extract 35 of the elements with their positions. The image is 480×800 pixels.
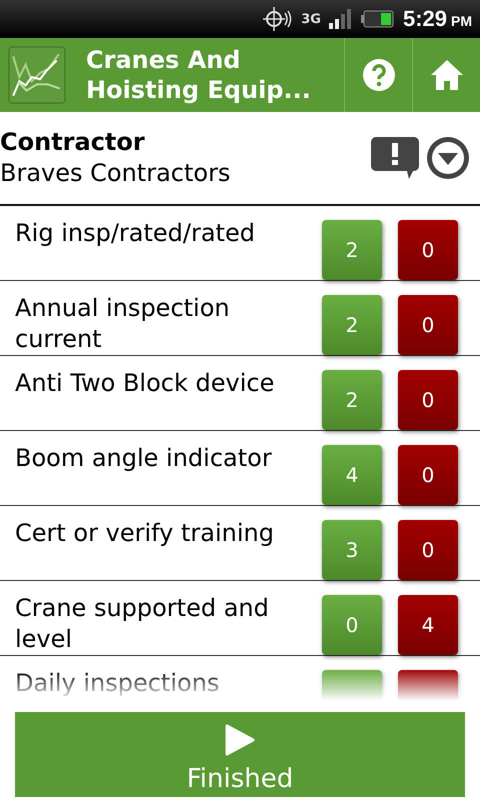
field-label: Contractor (0, 127, 146, 157)
fail-count-button[interactable]: 0 (398, 520, 458, 580)
fail-count-button[interactable]: 0 (398, 445, 458, 505)
app-title: Cranes And Hoisting Equip... (86, 45, 312, 105)
item-label: Cert or verify training (15, 518, 275, 549)
network-type: 3G (301, 12, 321, 26)
fail-count-button[interactable]: 0 (398, 295, 458, 355)
item-label: Crane supported and level (15, 593, 270, 655)
item-label: Boom angle indicator (15, 443, 273, 474)
field-value: Braves Contractors (0, 158, 232, 189)
fail-count-button[interactable]: 4 (398, 595, 458, 655)
fail-count-button[interactable]: 0 (398, 220, 458, 280)
chart-logo-icon (8, 46, 66, 104)
pass-count-button[interactable]: 4 (322, 445, 382, 505)
finished-button[interactable]: Finished (15, 712, 465, 797)
pass-count-button[interactable]: 3 (322, 520, 382, 580)
fail-count-button[interactable]: 0 (398, 370, 458, 430)
clock-time: 5:29 (402, 6, 447, 31)
pass-count-button[interactable]: 2 (322, 295, 382, 355)
gps-icon (263, 5, 294, 33)
item-label: Rig insp/rated/rated (15, 218, 256, 249)
pass-count-button[interactable]: 2 (322, 370, 382, 430)
home-icon (430, 59, 464, 91)
pass-count-button[interactable]: 0 (322, 595, 382, 655)
alert-comment-icon[interactable] (370, 136, 420, 180)
battery-icon (360, 9, 395, 29)
item-label: Anti Two Block device (15, 368, 276, 399)
dropdown-icon[interactable] (426, 136, 470, 180)
play-icon (225, 724, 255, 756)
help-icon (362, 59, 394, 91)
item-label: Daily inspections (15, 668, 220, 699)
signal-icon (328, 9, 353, 29)
pass-count-button[interactable]: 2 (322, 220, 382, 280)
clock-period: PM (451, 13, 472, 29)
item-label: Annual inspection current (15, 293, 231, 355)
